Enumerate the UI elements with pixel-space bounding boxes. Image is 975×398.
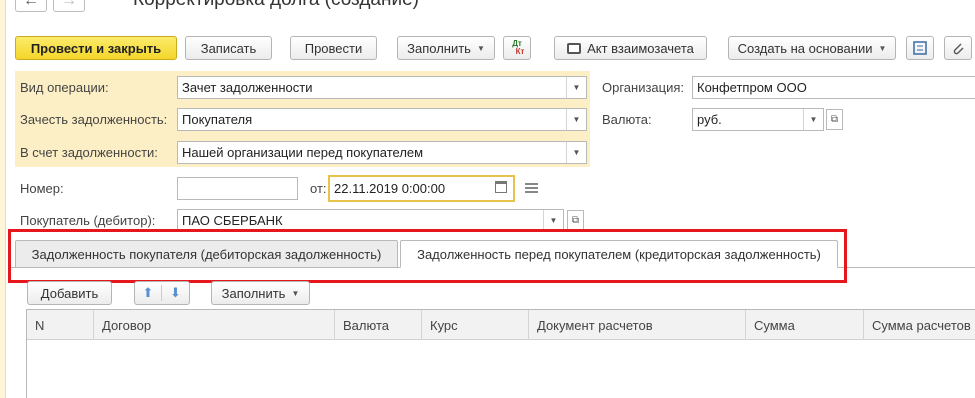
number-label: Номер: [20,181,64,196]
dt-kt-button[interactable]: Дт Кт [503,36,531,60]
comment-icon[interactable] [525,183,538,193]
calendar-icon[interactable] [495,181,507,193]
debt-table[interactable]: N Договор Валюта Курс Документ расчетов … [26,309,975,398]
add-button[interactable]: Добавить [27,281,112,305]
page-title: Корректировка долга (создание) [133,0,419,10]
operation-type-select[interactable]: Зачет задолженности ▼ [177,76,587,99]
paperclip-icon [953,43,964,55]
chevron-down-icon: ▼ [878,43,887,53]
currency-open-button[interactable]: ⧉ [826,109,843,130]
date-input[interactable]: 22.11.2019 0:00:00 [328,175,515,202]
act-offset-button[interactable]: Акт взаимозачета [554,36,707,60]
offset-debt-label: Зачесть задолженность: [20,112,168,127]
chevron-down-icon[interactable]: ▼ [543,210,563,231]
open-icon: ⧉ [830,114,839,125]
arrow-down-icon[interactable]: ⬇ [162,285,189,301]
act-offset-label: Акт взаимозачета [587,40,694,56]
organization-label: Организация: [602,80,685,95]
chevron-down-icon[interactable]: ▼ [566,77,586,98]
buyer-label: Покупатель (дебитор): [20,213,156,228]
offset-debt-value: Покупателя [182,112,253,127]
structure-button[interactable] [906,36,934,60]
move-buttons-group: ⬆ ⬇ [134,281,190,305]
open-icon: ⧉ [571,215,580,226]
chevron-down-icon[interactable]: ▼ [803,109,823,130]
arrow-left-icon: ← [23,0,39,9]
structure-icon [913,41,927,55]
post-and-close-button[interactable]: Провести и закрыть [15,36,177,60]
highlight-frame [8,229,847,283]
column-header-amount[interactable]: Сумма [746,310,864,340]
column-header-rate[interactable]: Курс [422,310,529,340]
fill-menu-button[interactable]: Заполнить ▼ [397,36,495,60]
organization-field[interactable]: Конфетпром ООО [692,76,975,99]
number-input[interactable] [177,177,298,200]
arrow-up-icon[interactable]: ⬆ [135,285,163,301]
column-header-n[interactable]: N [27,310,94,340]
date-label: от: [310,181,327,196]
save-button[interactable]: Записать [185,36,272,60]
against-debt-select[interactable]: Нашей организации перед покупателем ▼ [177,141,587,164]
create-based-on-button[interactable]: Создать на основании ▼ [728,36,896,60]
offset-debt-select[interactable]: Покупателя ▼ [177,108,587,131]
operation-type-value: Зачет задолженности [182,80,313,95]
column-header-settlement-doc[interactable]: Документ расчетов [529,310,746,340]
chevron-down-icon[interactable]: ▼ [566,142,586,163]
arrow-right-icon: → [61,0,77,9]
date-value: 22.11.2019 0:00:00 [334,181,446,196]
table-header: N Договор Валюта Курс Документ расчетов … [27,310,975,340]
printer-icon [567,42,582,54]
currency-value: руб. [697,112,722,127]
table-fill-label: Заполнить [221,285,286,301]
fill-label: Заполнить [407,40,471,56]
post-button[interactable]: Провести [290,36,377,60]
buyer-value: ПАО СБЕРБАНК [182,213,283,228]
attachment-button[interactable] [944,36,972,60]
forward-button[interactable]: → [53,0,85,12]
against-debt-label: В счет задолженности: [20,145,158,160]
currency-label: Валюта: [602,112,652,127]
against-debt-value: Нашей организации перед покупателем [182,145,424,160]
chevron-down-icon: ▼ [291,288,300,298]
back-button[interactable]: ← [15,0,47,12]
chevron-down-icon[interactable]: ▼ [566,109,586,130]
column-header-contract[interactable]: Договор [94,310,335,340]
chevron-down-icon: ▼ [476,43,485,53]
window-left-edge [0,0,6,398]
operation-type-label: Вид операции: [20,80,109,95]
table-fill-button[interactable]: Заполнить ▼ [211,281,310,305]
column-header-currency[interactable]: Валюта [335,310,422,340]
currency-select[interactable]: руб. ▼ [692,108,824,131]
buyer-open-button[interactable]: ⧉ [567,210,584,231]
create-based-on-label: Создать на основании [737,40,873,56]
column-header-settlement-amount[interactable]: Сумма расчетов [864,310,975,340]
dt-kt-icon-kt: Кт [515,47,525,56]
organization-value: Конфетпром ООО [697,80,807,95]
